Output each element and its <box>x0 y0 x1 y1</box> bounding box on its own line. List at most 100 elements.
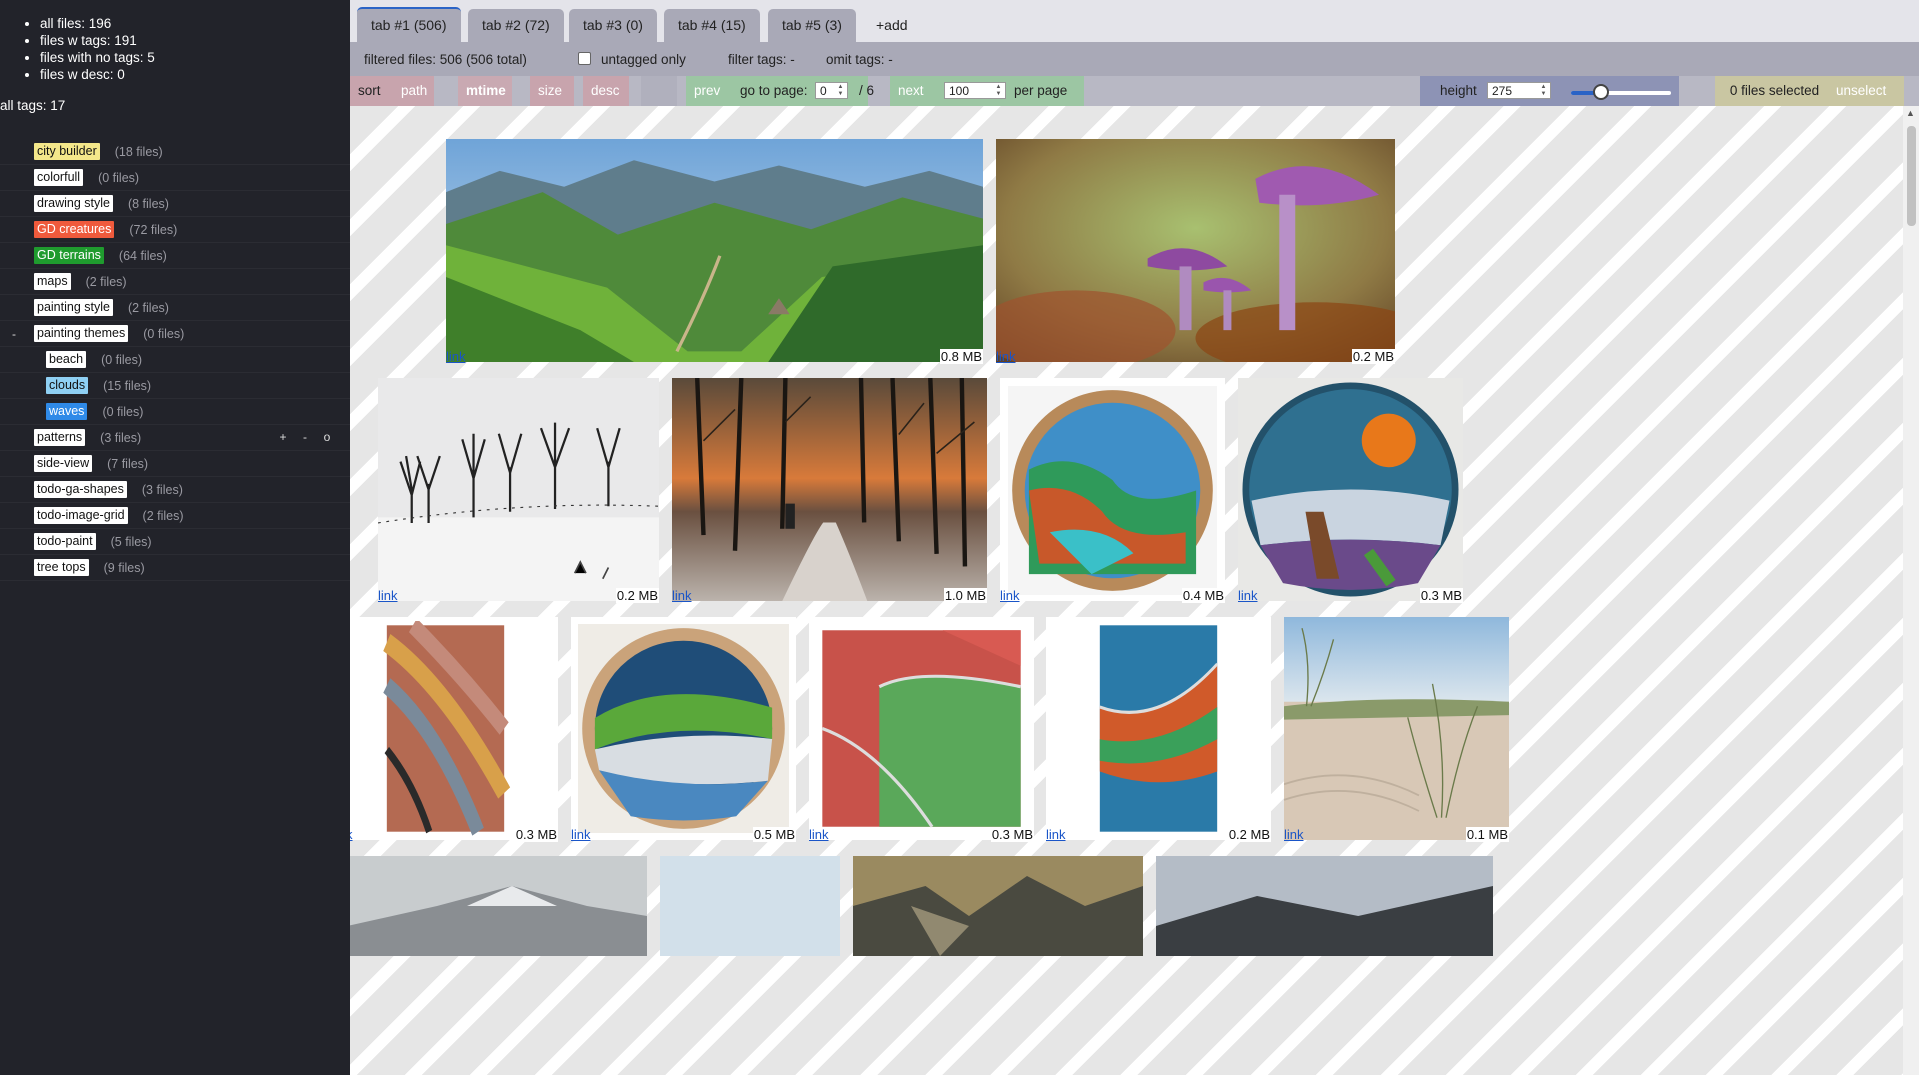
tag-row[interactable]: tree tops (9 files) <box>0 555 350 581</box>
tag-pill[interactable]: painting themes <box>34 325 129 342</box>
file-link[interactable]: link <box>378 588 398 603</box>
sort-desc-button[interactable]: desc <box>583 76 629 106</box>
height-spinner-icon[interactable]: ▲ ▼ <box>1539 84 1548 98</box>
unselect-button[interactable]: unselect <box>1828 76 1904 106</box>
tag-pill[interactable]: painting style <box>34 299 113 316</box>
gallery-image[interactable] <box>1008 386 1217 595</box>
height-input[interactable]: 275 ▲ ▼ <box>1487 82 1551 99</box>
file-link[interactable]: link <box>1284 827 1304 842</box>
gallery-image[interactable] <box>1284 617 1509 840</box>
tag-pill[interactable]: todo-paint <box>34 533 96 550</box>
filter-tags[interactable]: filter tags: - <box>728 52 795 67</box>
gallery-card[interactable] <box>1156 856 1493 956</box>
tag-pill[interactable]: waves <box>46 403 88 420</box>
gallery-card[interactable]: link 0.8 MB <box>446 139 983 364</box>
next-page-button[interactable]: next <box>890 76 936 106</box>
scrollbar-thumb[interactable] <box>1907 126 1916 226</box>
untagged-only-label[interactable]: untagged only <box>601 52 686 67</box>
per-page-spinner-icon[interactable]: ▲ ▼ <box>994 84 1003 98</box>
gallery-scrollbar[interactable]: ▲ <box>1903 106 1919 1075</box>
gallery-card[interactable]: link 0.3 MB <box>350 617 558 842</box>
tag-row[interactable]: clouds (15 files) <box>0 373 350 399</box>
file-link[interactable]: link <box>1238 588 1258 603</box>
file-link[interactable]: link <box>446 349 466 364</box>
file-link[interactable]: link <box>1046 827 1066 842</box>
tag-row[interactable]: colorfull (0 files) <box>0 165 350 191</box>
remove-tag-button[interactable]: - <box>294 430 316 444</box>
gallery-image[interactable] <box>378 378 659 601</box>
page-number-input[interactable]: 0 ▲ ▼ <box>815 82 848 99</box>
gallery-image[interactable] <box>1238 378 1463 601</box>
tag-pill[interactable]: drawing style <box>34 195 113 212</box>
tag-pill[interactable]: todo-image-grid <box>34 507 128 524</box>
file-link[interactable]: link <box>1000 588 1020 603</box>
gallery-card[interactable]: link 0.3 MB <box>809 617 1034 842</box>
collapse-tag-toggle[interactable]: - <box>12 327 16 341</box>
tag-pill[interactable]: todo-ga-shapes <box>34 481 127 498</box>
gallery-card[interactable]: link 0.2 MB <box>1046 617 1271 842</box>
tag-pill[interactable]: beach <box>46 351 87 368</box>
gallery-image[interactable] <box>672 378 987 601</box>
tag-row[interactable]: GD creatures (72 files) <box>0 217 350 243</box>
tag-pill[interactable]: tree tops <box>34 559 89 576</box>
add-tag-button[interactable]: + <box>272 430 294 444</box>
sort-size-button[interactable]: size <box>530 76 574 106</box>
gallery-image[interactable] <box>578 624 789 833</box>
tag-pill[interactable]: city builder <box>34 143 100 160</box>
tag-row[interactable]: todo-image-grid (2 files) <box>0 503 350 529</box>
gallery-image[interactable] <box>350 856 647 956</box>
gallery-card[interactable]: link 1.0 MB <box>672 378 987 603</box>
tag-row[interactable]: city builder (18 files) <box>0 139 350 165</box>
gallery-card[interactable]: link 0.2 MB <box>378 378 659 603</box>
add-tab-button[interactable]: +add <box>862 9 922 42</box>
tag-row[interactable]: patterns (3 files) + - o <box>0 425 350 451</box>
gallery-card[interactable] <box>350 856 647 956</box>
tag-pill[interactable]: maps <box>34 273 71 290</box>
sort-mtime-button[interactable]: mtime <box>458 76 512 106</box>
prev-page-button[interactable]: prev <box>686 76 732 106</box>
tab-1[interactable]: tab #1 (506) <box>357 7 461 42</box>
gallery-image[interactable] <box>1156 856 1493 956</box>
gallery-card[interactable] <box>660 856 840 956</box>
gallery-image[interactable] <box>660 856 840 956</box>
gallery-image[interactable] <box>816 624 1027 833</box>
untagged-only-checkbox[interactable] <box>578 52 591 65</box>
tab-3[interactable]: tab #3 (0) <box>569 9 657 42</box>
omit-tag-button[interactable]: o <box>316 430 338 444</box>
file-link[interactable]: link <box>571 827 591 842</box>
tab-5[interactable]: tab #5 (3) <box>768 9 856 42</box>
file-link[interactable]: link <box>809 827 829 842</box>
tag-row[interactable]: painting style (2 files) <box>0 295 350 321</box>
tag-row[interactable]: todo-ga-shapes (3 files) <box>0 477 350 503</box>
tag-row[interactable]: - painting themes (0 files) <box>0 321 350 347</box>
tag-row[interactable]: drawing style (8 files) <box>0 191 350 217</box>
gallery-image[interactable] <box>364 621 527 836</box>
gallery-image[interactable] <box>1077 621 1240 836</box>
tag-pill[interactable]: patterns <box>34 429 86 446</box>
tag-row[interactable]: side-view (7 files) <box>0 451 350 477</box>
gallery-image[interactable] <box>853 856 1143 956</box>
tab-2[interactable]: tab #2 (72) <box>468 9 564 42</box>
tag-pill[interactable]: colorfull <box>34 169 84 186</box>
height-slider-handle[interactable] <box>1593 84 1609 100</box>
tag-row[interactable]: GD terrains (64 files) <box>0 243 350 269</box>
height-slider[interactable] <box>1571 84 1671 100</box>
tag-row[interactable]: waves (0 files) <box>0 399 350 425</box>
gallery-card[interactable]: link 0.4 MB <box>1000 378 1225 603</box>
gallery-image[interactable] <box>446 139 983 362</box>
gallery-image[interactable] <box>996 139 1395 362</box>
page-spinner-icon[interactable]: ▲ ▼ <box>836 84 845 98</box>
gallery-card[interactable]: link 0.3 MB <box>1238 378 1463 603</box>
omit-tags[interactable]: omit tags: - <box>826 52 893 67</box>
gallery-card[interactable]: link 0.2 MB <box>996 139 1395 364</box>
sort-path-button[interactable]: path <box>393 76 434 106</box>
scroll-up-icon[interactable]: ▲ <box>1906 108 1915 118</box>
tag-pill[interactable]: clouds <box>46 377 89 394</box>
tag-row[interactable]: maps (2 files) <box>0 269 350 295</box>
tab-4[interactable]: tab #4 (15) <box>664 9 760 42</box>
gallery-card[interactable]: link 0.1 MB <box>1284 617 1509 842</box>
gallery-card[interactable] <box>853 856 1143 956</box>
per-page-input[interactable]: 100 ▲ ▼ <box>944 82 1006 99</box>
file-link[interactable]: link <box>672 588 692 603</box>
tag-row[interactable]: beach (0 files) <box>0 347 350 373</box>
